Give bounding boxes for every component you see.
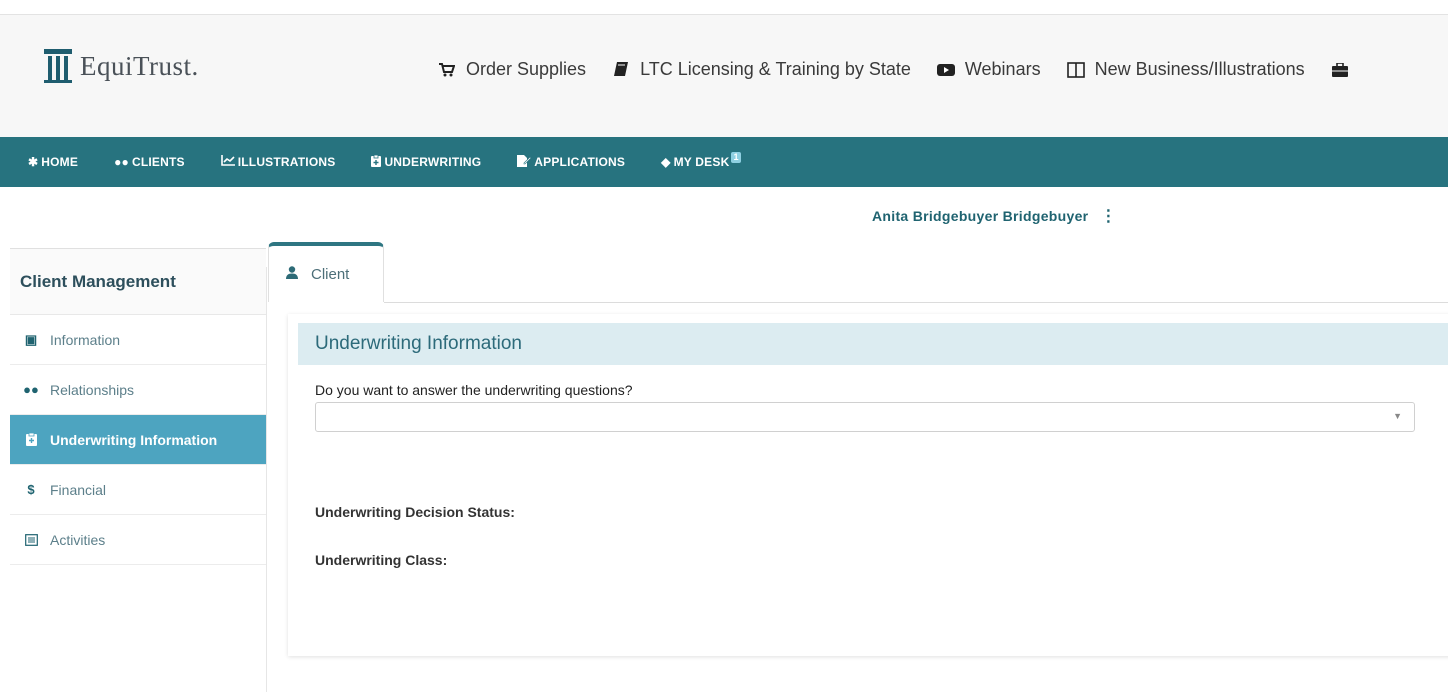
nav-applications-label: APPLICATIONS (534, 155, 626, 169)
sidebar-item-underwriting-information[interactable]: Underwriting Information (10, 415, 266, 465)
dollar-icon: $ (27, 482, 35, 497)
pillar-logo-icon (44, 49, 72, 83)
new-business-link[interactable]: New Business/Illustrations (1066, 59, 1305, 80)
clipboard-icon (371, 154, 382, 170)
nav-applications[interactable]: APPLICATIONS (517, 154, 626, 170)
chart-line-icon (220, 155, 235, 169)
sidebar-item-label: Activities (50, 531, 106, 548)
sidebar-divider (266, 267, 267, 692)
book-icon (612, 61, 630, 79)
webinars-label: Webinars (964, 59, 1041, 79)
nav-underwriting-label: UNDERWRITING (384, 155, 482, 169)
panel-header: Underwriting Information (298, 323, 1448, 365)
sidebar-title: Client Management (10, 249, 266, 315)
nav-illustrations-label: ILLUSTRATIONS (237, 155, 336, 169)
sidebar-item-activities[interactable]: Activities (10, 515, 266, 565)
cart-icon (438, 61, 456, 79)
sidebar-item-label: Relationships (50, 381, 135, 398)
sidebar-item-financial[interactable]: $ Financial (10, 465, 266, 515)
briefcase-link[interactable] (1331, 61, 1359, 79)
briefcase-icon (1331, 61, 1349, 79)
ltc-licensing-label: LTC Licensing & Training by State (640, 59, 911, 79)
user-icon (286, 265, 298, 283)
notification-badge: 1 (731, 151, 741, 163)
decision-status-label: Underwriting Decision Status: (315, 504, 515, 520)
nav-underwriting[interactable]: UNDERWRITING (371, 154, 482, 170)
main-navbar: ✱ HOME ●● CLIENTS ILLUSTRATIONS UNDERWRI… (0, 137, 1448, 187)
tab-underline (384, 302, 1448, 303)
nav-home[interactable]: ✱ HOME (28, 155, 78, 169)
ltc-licensing-link[interactable]: LTC Licensing & Training by State (612, 59, 911, 80)
order-supplies-link[interactable]: Order Supplies (438, 59, 586, 80)
tab-client-label: Client (311, 265, 350, 283)
equitrust-logo[interactable]: EquiTrust. (44, 45, 199, 87)
clipboard-icon (24, 433, 38, 446)
users-icon: ●● (23, 382, 39, 397)
sidebar-item-label: Information (50, 331, 121, 348)
users-icon: ●● (114, 155, 129, 169)
sidebar-item-information[interactable]: ▣ Information (10, 315, 266, 365)
nav-my-desk-label: MY DESK (673, 155, 730, 169)
nav-home-label: HOME (41, 155, 79, 169)
sidebar-item-label: Financial (50, 481, 107, 498)
video-icon (936, 61, 955, 79)
home-icon: ✱ (28, 155, 39, 169)
list-icon (24, 533, 38, 546)
utility-links: Order Supplies LTC Licensing & Training … (438, 59, 1385, 80)
id-card-icon: ▣ (24, 331, 38, 347)
underwriting-answer-select[interactable]: ▼ (315, 402, 1415, 432)
nav-my-desk[interactable]: ◆ MY DESK 1 (661, 151, 741, 169)
columns-icon (1066, 61, 1085, 79)
user-name[interactable]: Anita Bridgebuyer Bridgebuyer (872, 208, 1088, 224)
site-header: EquiTrust. Order Supplies LTC Licensing … (0, 15, 1448, 137)
file-edit-icon (517, 154, 532, 170)
brand-name: EquiTrust. (80, 50, 199, 81)
client-management-sidebar: Client Management ▣ Information ●● Relat… (10, 248, 267, 692)
tab-client[interactable]: Client (268, 242, 384, 302)
new-business-label: New Business/Illustrations (1094, 59, 1305, 79)
underwriting-panel: Underwriting Information Do you want to … (288, 314, 1448, 656)
webinars-link[interactable]: Webinars (936, 59, 1041, 80)
layers-icon: ◆ (661, 155, 671, 169)
underwriting-class-label: Underwriting Class: (315, 552, 448, 568)
sidebar-item-label: Underwriting Information (50, 431, 218, 448)
sidebar-item-relationships[interactable]: ●● Relationships (10, 365, 266, 415)
nav-clients-label: CLIENTS (131, 155, 185, 169)
nav-clients[interactable]: ●● CLIENTS (114, 155, 185, 169)
nav-illustrations[interactable]: ILLUSTRATIONS (220, 155, 336, 169)
user-bar: Anita Bridgebuyer Bridgebuyer ⋮ (872, 206, 1117, 226)
chevron-down-icon: ▼ (1393, 411, 1402, 421)
underwriting-question-label: Do you want to answer the underwriting q… (315, 382, 633, 398)
kebab-menu-icon[interactable]: ⋮ (1100, 206, 1116, 226)
order-supplies-label: Order Supplies (466, 59, 587, 79)
